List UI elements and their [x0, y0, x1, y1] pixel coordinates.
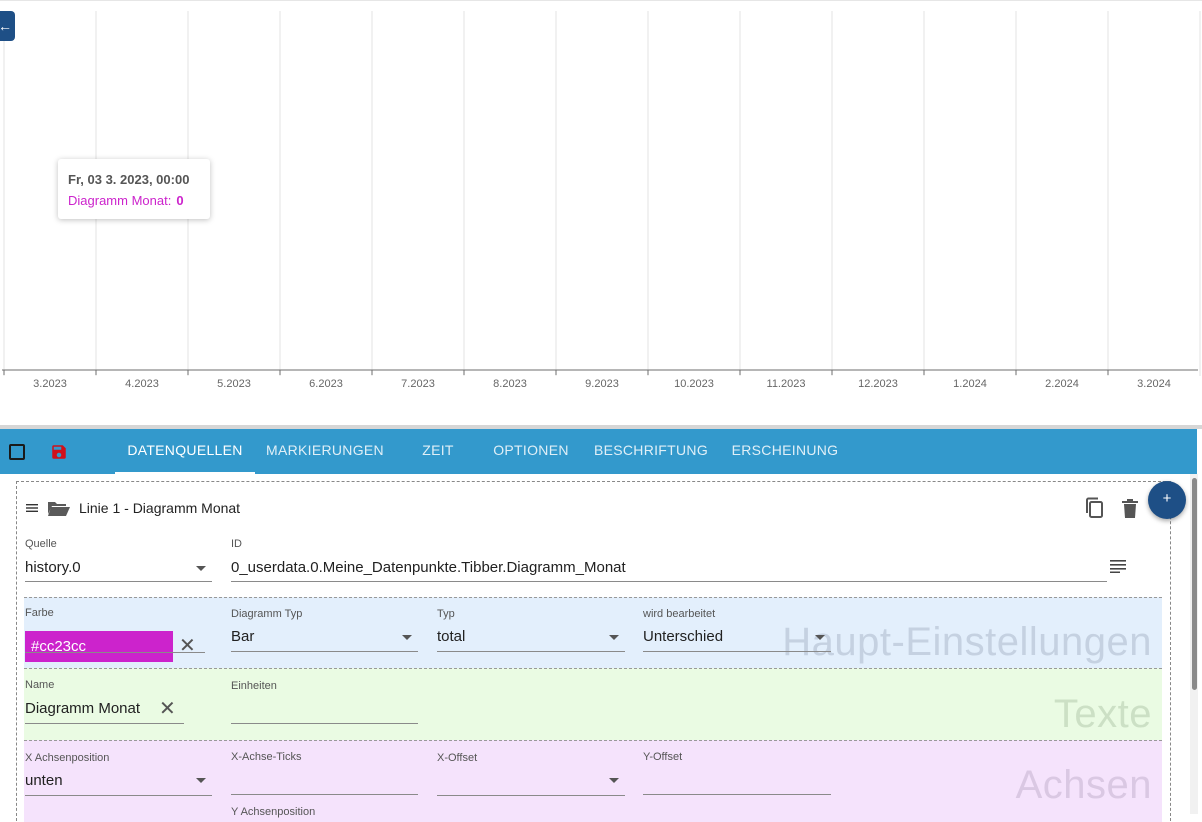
type-value: total [437, 628, 466, 645]
line-card-actions [1084, 497, 1138, 519]
tab-datenquellen[interactable]: DATENQUELLEN [115, 429, 255, 474]
processing-select[interactable]: wird bearbeitet Unterschied [643, 608, 831, 653]
x-offset-underline [437, 795, 625, 796]
type-label: Typ [437, 608, 455, 620]
x-ticks-underline [231, 794, 418, 795]
x-ticks-label: X-Achse-Ticks [231, 751, 302, 763]
y-position-select[interactable]: Y Achsenposition [231, 806, 418, 822]
tab-optionen[interactable]: OPTIONEN [486, 429, 576, 474]
units-field[interactable]: Einheiten [231, 680, 418, 725]
name-underline [25, 723, 184, 724]
x-tick-label: 6.2023 [309, 378, 343, 390]
units-underline [231, 723, 418, 724]
chevron-down-icon [196, 778, 206, 783]
chart-type-value: Bar [231, 628, 255, 645]
clear-color-icon[interactable]: ✕ [179, 636, 196, 656]
id-underline [231, 581, 1107, 582]
section-texts-title: Texte [1053, 692, 1152, 736]
y-offset-label: Y-Offset [643, 751, 683, 763]
source-label: Quelle [25, 538, 57, 550]
name-field[interactable]: Name Diagramm Monat ✕ [25, 679, 184, 725]
id-label: ID [231, 538, 242, 550]
tab-zeit[interactable]: ZEIT [405, 429, 471, 474]
x-position-label: X Achsenposition [25, 752, 110, 764]
chart-tooltip: Fr, 03 3. 2023, 00:00 Diagramm Monat: 0 [58, 159, 210, 219]
x-tick-label: 10.2023 [674, 378, 714, 390]
chevron-down-icon [402, 635, 412, 640]
x-tick-label: 3.2023 [33, 378, 67, 390]
section-axes-title: Achsen [1015, 763, 1152, 807]
x-tick-label: 9.2023 [585, 378, 619, 390]
type-underline [437, 651, 625, 652]
source-underline [25, 581, 212, 582]
list-icon[interactable] [1110, 559, 1126, 573]
color-label: Farbe [25, 607, 54, 619]
section-texts: Texte [24, 668, 1162, 740]
chart-type-underline [231, 651, 418, 652]
chart-type-select[interactable]: Diagramm Typ Bar [231, 608, 418, 653]
x-ticks-field[interactable]: X-Achse-Ticks [231, 751, 418, 796]
back-arrow-icon[interactable]: ← [0, 11, 15, 41]
line-card-header: Linie 1 - Diagramm Monat [26, 497, 240, 519]
y-offset-underline [643, 794, 831, 795]
tab-markierungen[interactable]: MARKIERUNGEN [260, 429, 390, 474]
x-tick-label: 11.2023 [767, 378, 806, 390]
tooltip-value: 0 [176, 193, 184, 208]
chart-type-label: Diagramm Typ [231, 608, 303, 620]
chevron-down-icon [196, 566, 206, 571]
x-position-value: unten [25, 772, 63, 789]
type-select[interactable]: Typ total [437, 608, 625, 653]
name-value: Diagramm Monat [25, 700, 141, 717]
tab-beschriftung[interactable]: BESCHRIFTUNG [590, 429, 712, 474]
x-tick-label: 12.2023 [858, 378, 898, 390]
x-tick-label: 7.2023 [401, 378, 435, 390]
source-select[interactable]: Quelle history.0 [25, 538, 212, 583]
units-label: Einheiten [231, 680, 277, 692]
x-tick-label: 8.2023 [493, 378, 527, 390]
y-position-label: Y Achsenposition [231, 806, 316, 818]
name-label: Name [25, 679, 55, 691]
app-root: 3.2023 4.2023 5.2023 6.2023 7.2023 8.2023 9.20… [0, 0, 1202, 822]
chevron-down-icon [609, 778, 619, 783]
x-tick-label: 5.2023 [217, 378, 251, 390]
section-main-title: Haupt-Einstellungen [782, 620, 1152, 664]
panel-scrollbar-thumb[interactable] [1192, 478, 1197, 690]
y-offset-field[interactable]: Y-Offset [643, 751, 831, 796]
x-tick-label: 2.2024 [1045, 378, 1079, 390]
chart-area: 3.2023 4.2023 5.2023 6.2023 7.2023 8.2023 9.20… [0, 0, 1202, 425]
x-tick-label: 3.2024 [1137, 378, 1171, 390]
id-field[interactable]: ID 0_userdata.0.Meine_Datenpunkte.Tibber… [231, 538, 1107, 583]
color-value[interactable]: #cc23cc [25, 631, 173, 662]
chevron-down-icon [609, 635, 619, 640]
select-checkbox[interactable] [9, 444, 25, 460]
tab-erscheinung[interactable]: ERSCHEINUNG [727, 429, 843, 474]
copy-icon[interactable] [1084, 497, 1104, 519]
x-position-underline [25, 795, 212, 796]
tooltip-series-name: Diagramm Monat: [68, 193, 172, 208]
id-value: 0_userdata.0.Meine_Datenpunkte.Tibber.Di… [231, 559, 626, 576]
clear-name-icon[interactable]: ✕ [159, 699, 176, 719]
source-value: history.0 [25, 559, 81, 576]
folder-open-icon[interactable] [47, 499, 71, 517]
color-field[interactable]: Farbe #cc23cc ✕ [25, 607, 205, 662]
processing-value: Unterschied [643, 628, 724, 645]
tooltip-date: Fr, 03 3. 2023, 00:00 [68, 172, 190, 187]
x-tick-label: 4.2023 [125, 378, 159, 390]
line-title: Linie 1 - Diagramm Monat [79, 500, 241, 516]
tooltip-series-line: Diagramm Monat: 0 [68, 193, 200, 208]
save-icon[interactable] [50, 443, 68, 461]
color-underline [25, 652, 205, 653]
processing-label: wird bearbeitet [643, 608, 716, 620]
editor-toolbar: DATENQUELLEN MARKIERUNGEN ZEIT OPTIONEN … [0, 429, 1197, 474]
x-tick-label: 1.2024 [953, 378, 987, 390]
delete-icon[interactable] [1122, 499, 1138, 519]
x-offset-label: X-Offset [437, 752, 478, 764]
processing-underline [643, 651, 831, 652]
x-offset-select[interactable]: X-Offset [437, 752, 625, 797]
drag-handle-icon[interactable] [26, 502, 39, 514]
add-line-button[interactable]: + [1148, 481, 1186, 519]
x-position-select[interactable]: X Achsenposition unten [25, 752, 212, 797]
chevron-down-icon [815, 635, 825, 640]
